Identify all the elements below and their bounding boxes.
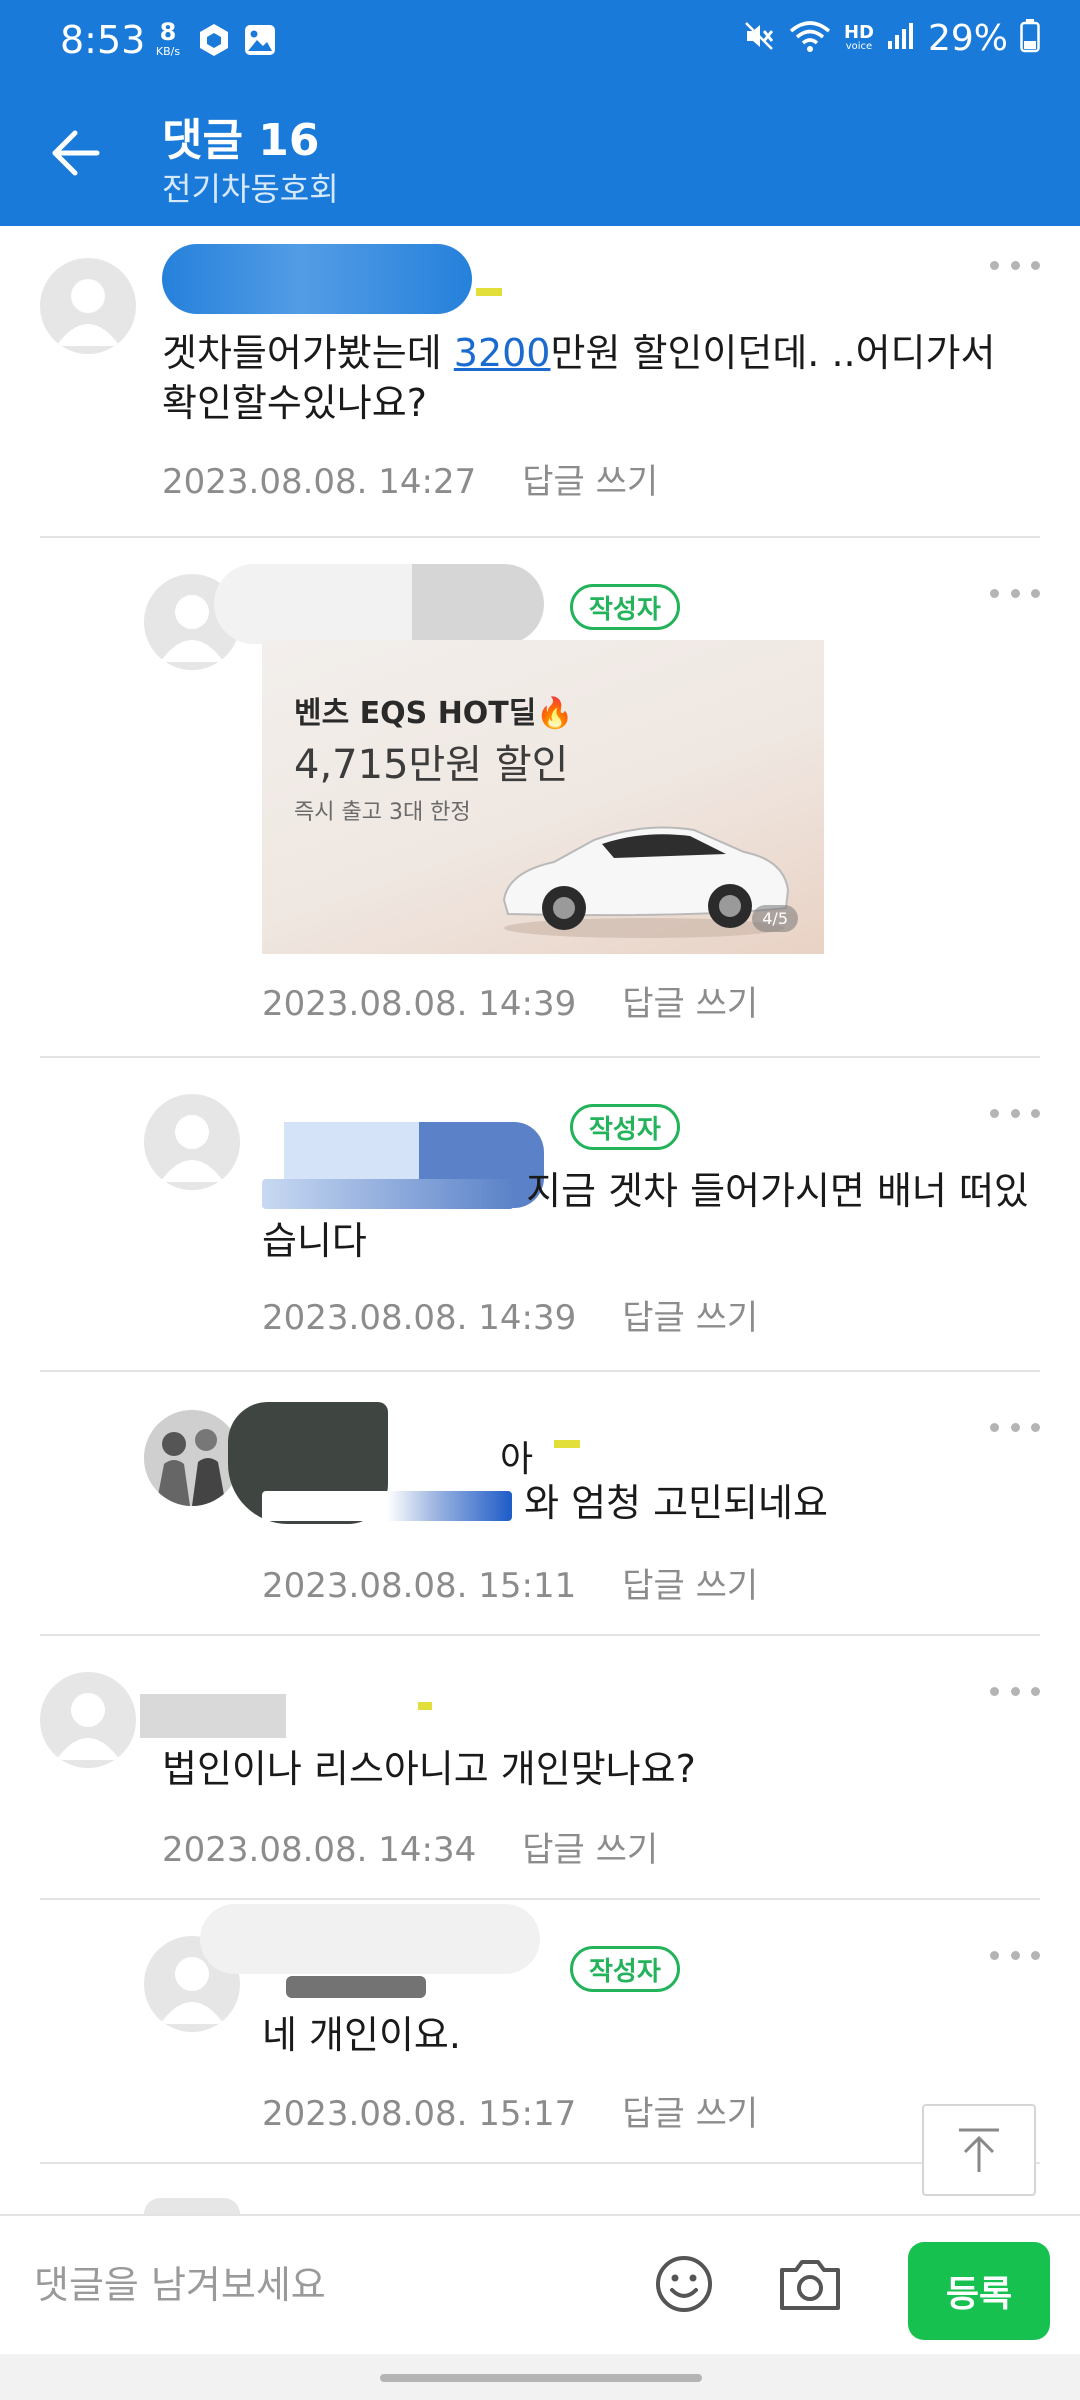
avatar[interactable] [144,1094,240,1190]
network-speed: 8 KB/s [146,20,190,57]
comment-meta: 2023.08.08. 14:39 답글 쓰기 [262,976,758,1025]
ad-note: 즉시 출고 3대 한정 [294,800,471,825]
author-badge: 작성자 [570,584,680,630]
timestamp: 2023.08.08. 14:27 [162,462,477,502]
more-options-button[interactable] [990,578,1040,608]
status-bar: 8:53 8 KB/s HD voice 29% [0,0,1080,80]
comment-text: 네 개인이요. [262,2013,461,2057]
comment-input-bar: 댓글을 남겨보세요 등록 [0,2214,1080,2354]
timestamp: 2023.08.08. 14:34 [162,1830,477,1870]
attached-ad-image[interactable]: 벤츠 EQS HOT딜🔥 4,715만원 할인 즉시 출고 3대 한정 4/5 [262,640,824,954]
camera-icon [780,2260,840,2310]
comment-meta: 2023.08.08. 14:34 답글 쓰기 [162,1822,658,1871]
redacted-username [162,244,472,314]
more-options-button[interactable] [990,1412,1040,1442]
back-button[interactable] [40,118,110,188]
hd-voice-icon: HD voice [844,24,874,52]
user-placeholder-icon [56,279,120,346]
username-fragment: 아 [500,1439,534,1480]
mute-icon [742,19,776,57]
reply-button[interactable]: 답글 쓰기 [622,1566,758,1606]
camera-button[interactable] [776,2252,844,2320]
author-badge: 작성자 [570,1946,680,1992]
hd-label: HD [843,22,874,43]
reply-button[interactable]: 답글 쓰기 [622,2094,758,2134]
page-title: 댓글 16 [162,115,320,166]
comment-meta: 2023.08.08. 14:27 답글 쓰기 [162,454,658,503]
amount-link[interactable]: 3200 [454,331,551,375]
reply-button[interactable]: 답글 쓰기 [622,984,758,1024]
battery-level: 29% [927,17,1008,59]
reply-button[interactable]: 답글 쓰기 [522,1830,658,1870]
comment-text-part: 와 엄청 고민되네요 [524,1481,828,1525]
app-header: 8:53 8 KB/s HD voice 29% 댓글 16 전기차동호회 [0,0,1080,226]
cafe-name: 전기차동호회 [162,170,339,208]
car-image [502,826,790,938]
network-speed-value: 8 [159,18,177,46]
image-page-indicator: 4/5 [752,905,798,932]
more-options-button[interactable] [990,1676,1040,1706]
avatar-partial [144,2198,240,2214]
user-placeholder-icon [160,1115,224,1182]
redacted-username [140,1694,286,1738]
avatar[interactable] [144,1410,240,1506]
comment-text: 겟차들어가봤는데 3200만원 할인이던데. ..어디가서 확인할수있나요? [162,328,1042,428]
reply-button[interactable]: 답글 쓰기 [522,462,658,502]
comment-text: 법인이나 리스아니고 개인맞나요? [162,1747,696,1791]
comment-item: 법인이나 리스아니고 개인맞나요? 2023.08.08. 14:34 답글 쓰기 [0,1636,1080,1900]
network-speed-unit: KB/s [155,45,181,58]
comment-meta: 2023.08.08. 15:17 답글 쓰기 [262,2086,758,2135]
scroll-to-top-button[interactable] [922,2104,1036,2196]
level-mark [476,288,502,296]
status-time: 8:53 [60,18,146,62]
system-navigation-bar [0,2354,1080,2400]
author-badge: 작성자 [570,1104,680,1150]
more-options-button[interactable] [990,1940,1040,1970]
avatar[interactable] [40,258,136,354]
level-mark [554,1440,580,1448]
comment-item: 겟차들어가봤는데 3200만원 할인이던데. ..어디가서 확인할수있나요? 2… [0,226,1080,538]
gallery-notification-icon [242,22,278,62]
arrow-up-icon [959,2128,999,2172]
ad-headline: 벤츠 EQS HOT딜🔥 [294,696,574,731]
comment-text: 지금 겟차 들어가시면 배너 떠있습니다 [262,1166,1042,1266]
comment-meta: 2023.08.08. 14:39 답글 쓰기 [262,1290,758,1339]
comment-item: 작성자 네 개인이요. 2023.08.08. 15:17 답글 쓰기 [0,1900,1080,2164]
level-mark [418,1702,432,1710]
divider [40,2162,1040,2164]
avatar[interactable] [40,1672,136,1768]
comment-text: 와 엄청 고민되네요 [262,1478,1042,1528]
comment-item: 아 와 엄청 고민되네요 2023.08.08. 15:11 답글 쓰기 [0,1372,1080,1636]
redacted-username [214,564,544,644]
battery-icon [1020,19,1040,57]
timestamp: 2023.08.08. 14:39 [262,984,577,1024]
arrow-left-icon [52,130,100,176]
ad-discount: 4,715만원 할인 [294,742,569,788]
timestamp: 2023.08.08. 15:11 [262,1566,577,1606]
timestamp: 2023.08.08. 14:39 [262,1298,577,1338]
comment-text-part: 겟차들어가봤는데 [162,331,454,375]
emoji-button[interactable] [652,2252,716,2320]
signal-icon [886,21,916,55]
redacted-username [200,1904,540,1974]
more-options-button[interactable] [990,250,1040,280]
profile-photo-icon [144,1410,240,1506]
comment-input[interactable]: 댓글을 남겨보세요 [34,2254,326,2309]
comment-item: 작성자 지금 겟차 들어가시면 배너 떠있습니다 2023.08.08. 14:… [0,1058,1080,1372]
smiley-icon [656,2256,712,2312]
redacted-username-fragment [286,1976,426,1998]
user-placeholder-icon [56,1693,120,1760]
app-notification-icon [196,22,232,62]
more-options-button[interactable] [990,1098,1040,1128]
hd-voice-label: voice [845,41,873,52]
submit-button[interactable]: 등록 [908,2242,1050,2340]
comment-meta: 2023.08.08. 15:11 답글 쓰기 [262,1558,758,1607]
timestamp: 2023.08.08. 15:17 [262,2094,577,2134]
wifi-icon [788,19,832,57]
reply-button[interactable]: 답글 쓰기 [622,1298,758,1338]
status-right: HD voice 29% [742,16,1040,60]
home-gesture-handle[interactable] [380,2374,702,2382]
mention-redacted[interactable] [262,1490,512,1521]
mention-redacted[interactable] [262,1178,514,1209]
